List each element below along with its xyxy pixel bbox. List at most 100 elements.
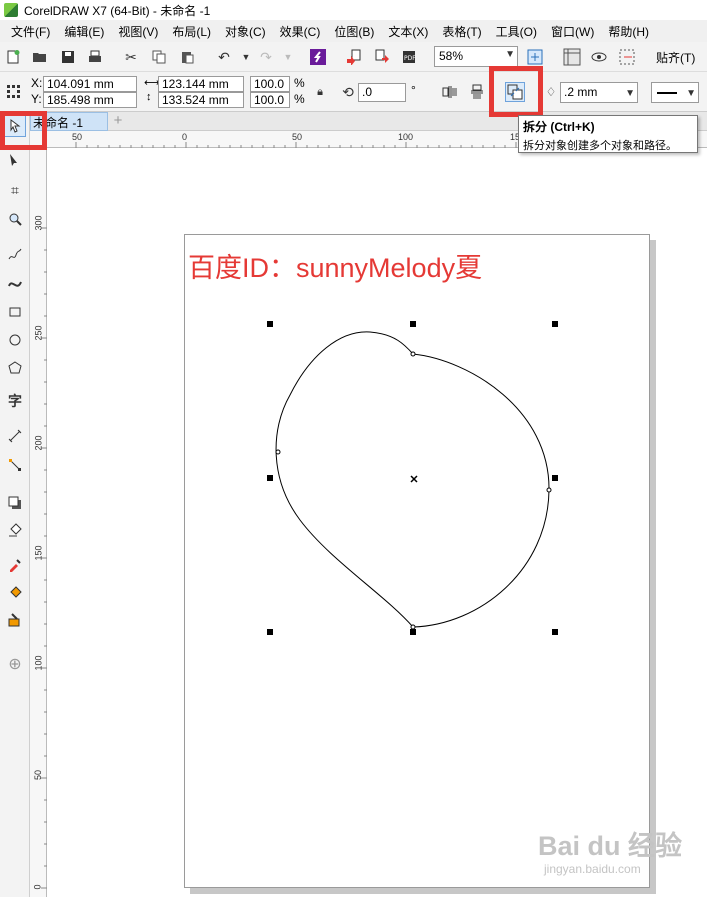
ruler-tick-label: 0 [32,884,43,890]
eyedropper-icon[interactable] [4,554,26,576]
ruler-tick-label: 200 [33,435,44,451]
canvas-text-watermark: 百度ID：sunnyMelody夏 [188,253,483,283]
paste-icon[interactable] [177,47,197,67]
vertical-ruler[interactable]: 300 250 200 150 100 50 0 [30,148,47,897]
chevron-down-icon: ▼ [686,88,696,99]
undo-dropdown-icon[interactable]: ▼ [236,47,256,67]
height-icon: ↕ [146,91,152,103]
scale-x-field[interactable]: 100.0 [250,76,290,92]
y-label: Y: [31,92,42,106]
menu-layout[interactable]: 布局(L) [165,23,218,40]
menu-edit[interactable]: 编辑(E) [57,23,111,40]
zoom-tool-icon[interactable] [4,208,26,230]
freehand-tool-icon[interactable] [4,243,26,265]
copy-icon[interactable] [149,47,169,67]
crop-tool-icon[interactable]: ⌗ [4,179,26,201]
ruler-tick-label: 100 [33,655,44,671]
cut-icon[interactable]: ✂ [121,47,141,67]
y-position-field[interactable]: 185.498 mm [43,92,137,108]
ruler-tick-label: 50 [292,132,303,142]
ruler-tick-label: 50 [72,132,83,142]
menu-tools[interactable]: 工具(O) [489,23,544,40]
drop-shadow-icon[interactable] [4,492,26,514]
new-document-icon[interactable] [3,47,23,67]
publish-pdf-icon[interactable]: PDF [399,47,419,67]
rulers-icon[interactable] [562,47,582,67]
save-icon[interactable] [58,47,78,67]
ruler-tick-label: 50 [33,769,44,781]
outline-width-combo[interactable]: .2 mm ▼ [560,82,638,103]
object-origin-icon[interactable] [3,81,23,101]
line-style-preview [657,91,677,94]
menu-file[interactable]: 文件(F) [4,23,57,40]
export-icon[interactable] [372,47,392,67]
tooltip-title: 拆分 (Ctrl+K) [523,120,595,134]
add-tab-button[interactable]: + [110,112,126,130]
menu-table[interactable]: 表格(T) [435,23,488,40]
snap-icon[interactable] [617,47,637,67]
break-apart-tooltip: 拆分 (Ctrl+K) 拆分对象创建多个对象和路径。 [518,115,698,153]
interactive-fill-icon[interactable] [4,582,26,604]
menu-bitmaps[interactable]: 位图(B) [327,23,381,40]
menu-view[interactable]: 视图(V) [111,23,165,40]
mirror-horizontal-icon[interactable] [440,82,460,102]
text-tool-icon[interactable]: 字 [4,390,26,412]
connector-tool-icon[interactable] [4,454,26,476]
transparency-icon[interactable] [4,519,26,541]
import-icon[interactable] [344,47,364,67]
corel-connect-icon[interactable] [308,47,328,67]
property-bar: X: Y: 104.091 mm 185.498 mm ⟷ ↕ 123.144 … [0,72,707,112]
lock-ratio-icon[interactable]: 🔒︎ [310,82,330,102]
rotation-field[interactable]: .0 [358,83,406,102]
rotation-icon: ⟲ [342,83,354,100]
coreldraw-logo-icon [4,3,18,17]
outline-pen-icon: ♢ [545,85,557,99]
ellipse-tool-icon[interactable] [4,329,26,351]
ruler-tick-label: 300 [33,215,44,231]
shape-tool-icon[interactable] [4,148,26,170]
menu-effects[interactable]: 效果(C) [273,23,328,40]
scale-x-unit: % [294,76,305,90]
degree-unit: ° [411,83,416,97]
watermark-url: jingyan.baidu.com [544,862,641,876]
full-screen-icon[interactable] [525,47,545,67]
zoom-level-combo[interactable]: 58% ▼ [434,46,518,67]
height-field[interactable]: 133.524 mm [158,92,244,108]
print-icon[interactable] [85,47,105,67]
chevron-down-icon: ▼ [625,88,635,99]
ruler-tick-label: 100 [398,132,414,142]
polygon-tool-icon[interactable] [4,357,26,379]
width-field[interactable]: 123.144 mm [158,76,244,92]
outline-width-value: .2 mm [564,85,598,99]
menu-text[interactable]: 文本(X) [381,23,435,40]
smart-drawing-icon[interactable] [4,272,26,294]
undo-icon[interactable]: ↶ [214,47,234,67]
window-title: CorelDRAW X7 (64-Bit) - 未命名 -1 [24,3,211,18]
ruler-tick-label: 0 [182,132,188,142]
highlight-break-apart [489,66,543,117]
open-icon[interactable] [30,47,50,67]
menu-bar: 文件(F) 编辑(E) 视图(V) 布局(L) 对象(C) 效果(C) 位图(B… [0,20,707,42]
title-bar: CorelDRAW X7 (64-Bit) - 未命名 -1 [0,0,707,20]
redo-icon[interactable]: ↷ [256,47,276,67]
add-tool-icon[interactable]: ⊕ [4,653,26,675]
highlight-pick-tool [0,111,47,150]
menu-help[interactable]: 帮助(H) [601,23,656,40]
wireframe-icon[interactable] [589,47,609,67]
menu-window[interactable]: 窗口(W) [544,23,601,40]
scale-y-field[interactable]: 100.0 [250,92,290,108]
snap-to-menu[interactable]: 贴齐(T) [656,49,695,66]
rectangle-tool-icon[interactable] [4,301,26,323]
ruler-tick-label: 150 [33,545,44,561]
mirror-vertical-icon[interactable] [467,82,487,102]
tooltip-description: 拆分对象创建多个对象和路径。 [523,140,677,152]
parallel-dimension-icon[interactable] [4,425,26,447]
menu-object[interactable]: 对象(C) [218,23,273,40]
line-style-combo[interactable]: ▼ [651,82,699,103]
document-page[interactable] [184,234,650,888]
baidu-jingyan-logo: Bai du 经验 [538,831,683,861]
smart-fill-icon[interactable] [4,609,26,631]
x-position-field[interactable]: 104.091 mm [43,76,137,92]
standard-toolbar: ✂ ↶ ▼ ↷ ▼ PDF [0,42,707,72]
redo-dropdown-icon[interactable]: ▼ [278,47,298,67]
